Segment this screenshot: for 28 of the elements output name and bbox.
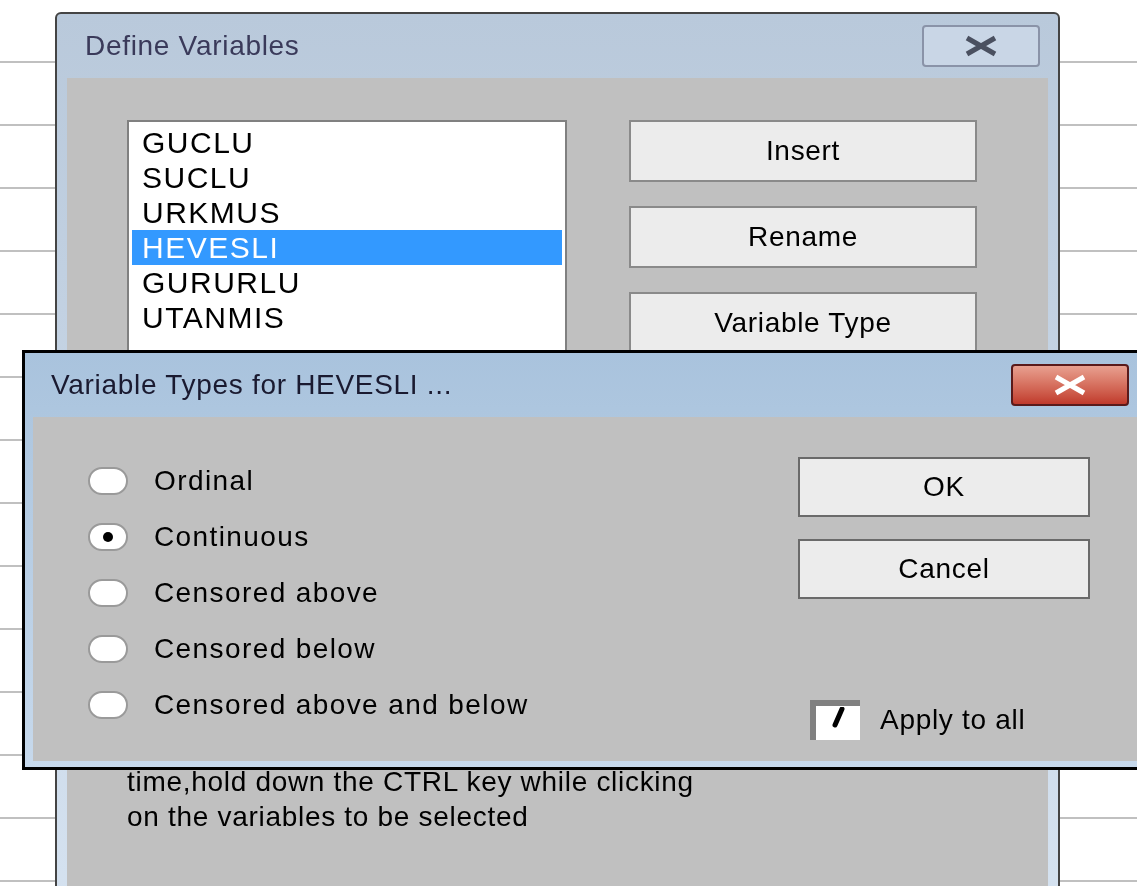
list-item[interactable]: GURURLU (132, 265, 562, 300)
close-button[interactable] (922, 25, 1040, 67)
dialog-button[interactable]: Rename (629, 206, 977, 268)
help-text: on the variables to be selected (127, 800, 530, 834)
checkbox[interactable] (810, 700, 860, 740)
list-item[interactable]: GUCLU (132, 125, 562, 160)
radio-button[interactable] (88, 467, 128, 495)
option-label: Censored above (154, 576, 380, 610)
radio-button[interactable] (88, 635, 128, 663)
help-text: time,hold down the CTRL key while clicking (127, 765, 694, 799)
radio-button[interactable] (88, 523, 128, 551)
window-title: Variable Types for HEVESLI ... (51, 368, 453, 402)
window-title: Define Variables (85, 29, 300, 63)
radio-button[interactable] (88, 579, 128, 607)
list-item[interactable]: URKMUS (132, 195, 562, 230)
option-label: Ordinal (154, 464, 255, 498)
checkbox-label: Apply to all (880, 703, 1026, 737)
radio-button[interactable] (88, 691, 128, 719)
close-button[interactable] (1011, 364, 1129, 406)
option-label: Censored above and below (154, 688, 529, 722)
dialog-button[interactable]: OK (798, 457, 1090, 517)
list-item[interactable]: SUCLU (132, 160, 562, 195)
option-label: Censored below (154, 632, 376, 666)
option-label: Continuous (154, 520, 310, 554)
list-item[interactable]: UTANMIS (132, 300, 562, 335)
check-icon (831, 707, 845, 729)
dialog-button[interactable]: Insert (629, 120, 977, 182)
dialog-button[interactable]: Cancel (798, 539, 1090, 599)
